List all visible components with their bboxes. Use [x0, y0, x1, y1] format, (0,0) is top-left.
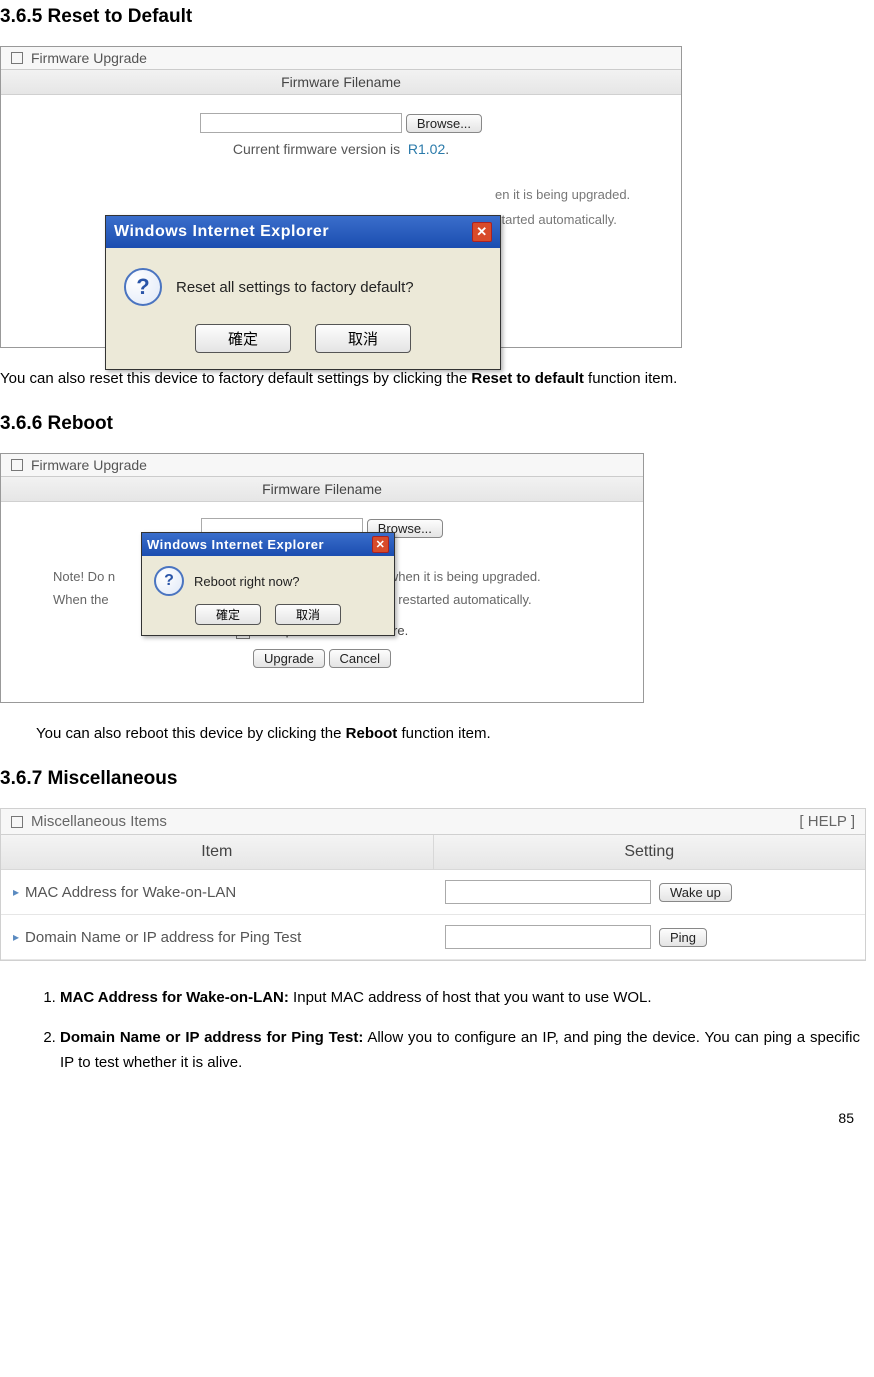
- question-icon: ?: [154, 566, 184, 596]
- misc-list: MAC Address for Wake-on-LAN: Input MAC a…: [30, 985, 868, 1076]
- misc-panel: Miscellaneous Items [ HELP ] Item Settin…: [0, 808, 866, 961]
- question-icon: ?: [124, 268, 162, 306]
- page-number: 85: [0, 1090, 868, 1132]
- list-item: Domain Name or IP address for Ping Test:…: [60, 1025, 860, 1076]
- heading-reset: 3.6.5 Reset to Default: [0, 6, 868, 28]
- ok-button[interactable]: 確定: [195, 324, 291, 353]
- browse-button[interactable]: Browse...: [406, 114, 482, 133]
- upgrade-button[interactable]: Upgrade: [253, 649, 325, 668]
- reboot-prose: You can also reboot this device by click…: [36, 723, 868, 744]
- note-fragment-1: en it is being upgraded.: [495, 187, 671, 202]
- note-fragment-2a: When the: [53, 592, 109, 607]
- panel-header: Firmware Upgrade: [1, 47, 681, 70]
- figure-reboot: Firmware Upgrade Firmware Filename Brows…: [0, 453, 644, 703]
- collapse-icon: [11, 52, 23, 64]
- dialog-title: Windows Internet Explorer: [114, 223, 329, 241]
- dialog-title: Windows Internet Explorer: [147, 537, 324, 552]
- wol-mac-input[interactable]: [445, 880, 651, 904]
- cancel-button[interactable]: Cancel: [329, 649, 391, 668]
- list-item: MAC Address for Wake-on-LAN: Input MAC a…: [60, 985, 860, 1011]
- reboot-confirm-dialog: Windows Internet Explorer ✕ ? Reboot rig…: [141, 532, 395, 636]
- row-label: Domain Name or IP address for Ping Test: [1, 915, 433, 959]
- close-icon[interactable]: ✕: [472, 222, 492, 242]
- panel-header: Firmware Upgrade: [1, 454, 643, 477]
- note-fragment-2: started automatically.: [495, 212, 671, 227]
- collapse-icon: [11, 459, 23, 471]
- th-setting: Setting: [434, 835, 866, 869]
- table-row: Domain Name or IP address for Ping Test …: [1, 915, 865, 960]
- filename-bar: Firmware Filename: [1, 477, 643, 502]
- figure-reset: Firmware Upgrade Firmware Filename Brows…: [0, 46, 682, 348]
- wakeup-button[interactable]: Wake up: [659, 883, 732, 902]
- heading-misc: 3.6.7 Miscellaneous: [0, 768, 868, 790]
- version-value: R1.02: [408, 141, 445, 157]
- ok-button[interactable]: 確定: [195, 604, 261, 625]
- table-row: MAC Address for Wake-on-LAN Wake up: [1, 870, 865, 915]
- reset-confirm-dialog: Windows Internet Explorer ✕ ? Reset all …: [105, 215, 501, 370]
- heading-reboot: 3.6.6 Reboot: [0, 413, 868, 435]
- table-header: Item Setting: [1, 835, 865, 870]
- firmware-path-input[interactable]: [200, 113, 402, 133]
- note-fragment-1a: Note! Do n: [53, 569, 115, 584]
- cancel-button[interactable]: 取消: [315, 324, 411, 353]
- th-item: Item: [1, 835, 434, 869]
- ping-button[interactable]: Ping: [659, 928, 707, 947]
- reset-prose: You can also reset this device to factor…: [0, 368, 868, 389]
- close-icon[interactable]: ✕: [372, 536, 389, 553]
- panel-title: Firmware Upgrade: [31, 50, 147, 66]
- dialog-message: Reboot right now?: [194, 574, 300, 589]
- version-prefix: Current firmware version is: [233, 141, 400, 157]
- ping-target-input[interactable]: [445, 925, 651, 949]
- cancel-button[interactable]: 取消: [275, 604, 341, 625]
- panel-title: Miscellaneous Items: [31, 813, 167, 830]
- collapse-icon: [11, 816, 23, 828]
- panel-title: Firmware Upgrade: [31, 457, 147, 473]
- help-link[interactable]: [ HELP ]: [799, 813, 855, 830]
- filename-bar: Firmware Filename: [1, 70, 681, 95]
- row-label: MAC Address for Wake-on-LAN: [1, 870, 433, 914]
- dialog-message: Reset all settings to factory default?: [176, 279, 414, 296]
